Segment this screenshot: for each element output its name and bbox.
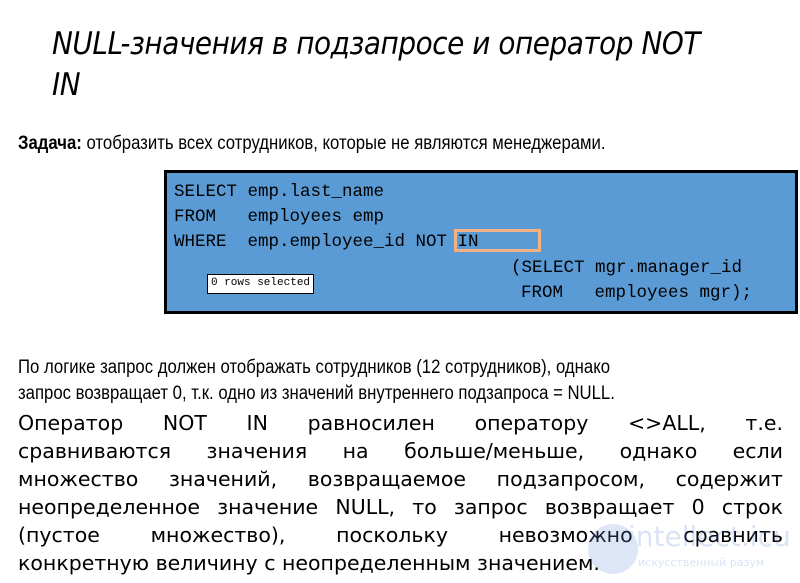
not-in-explanation: Оператор NOT IN равносилен оператору <>A… bbox=[18, 409, 783, 577]
task-statement: Задача: отобразить всех сотрудников, кот… bbox=[18, 131, 606, 157]
slide-title: NULL-значения в подзапросе и оператор NO… bbox=[52, 26, 700, 103]
paragraph-line: (пустое множество), поскольку невозможно… bbox=[18, 523, 783, 547]
sql-code-block: SELECT emp.last_name FROM employees emp … bbox=[164, 170, 798, 314]
paragraph-line: неопределенное значение NULL, то запрос … bbox=[18, 495, 783, 519]
task-text: отобразить всех сотрудников, которые не … bbox=[81, 133, 606, 154]
result-badge: 0 rows selected bbox=[207, 274, 315, 294]
paragraph-line: конкретную величину с неопределенным зна… bbox=[18, 551, 600, 575]
code-line: SELECT emp.last_name bbox=[174, 182, 385, 202]
code-line: FROM employees emp bbox=[174, 207, 385, 227]
code-line: WHERE emp.employee_id NOT IN bbox=[174, 232, 479, 252]
code-line: (SELECT mgr.manager_id bbox=[511, 258, 743, 278]
code-line: FROM employees mgr); bbox=[521, 283, 753, 303]
paragraph-line: множество значений, возвращаемое подзапр… bbox=[18, 467, 783, 491]
paragraph-line: Оператор NOT IN равносилен оператору <>A… bbox=[18, 411, 783, 435]
task-label: Задача: bbox=[18, 133, 82, 154]
explanation-paragraph: По логике запрос должен отображать сотру… bbox=[18, 355, 784, 407]
paragraph-line: сравниваются значения на больше/меньше, … bbox=[18, 439, 783, 463]
paragraph-line: По логике запрос должен отображать сотру… bbox=[18, 357, 610, 378]
paragraph-line: запрос возвращает 0, т.к. одно из значен… bbox=[18, 383, 615, 404]
